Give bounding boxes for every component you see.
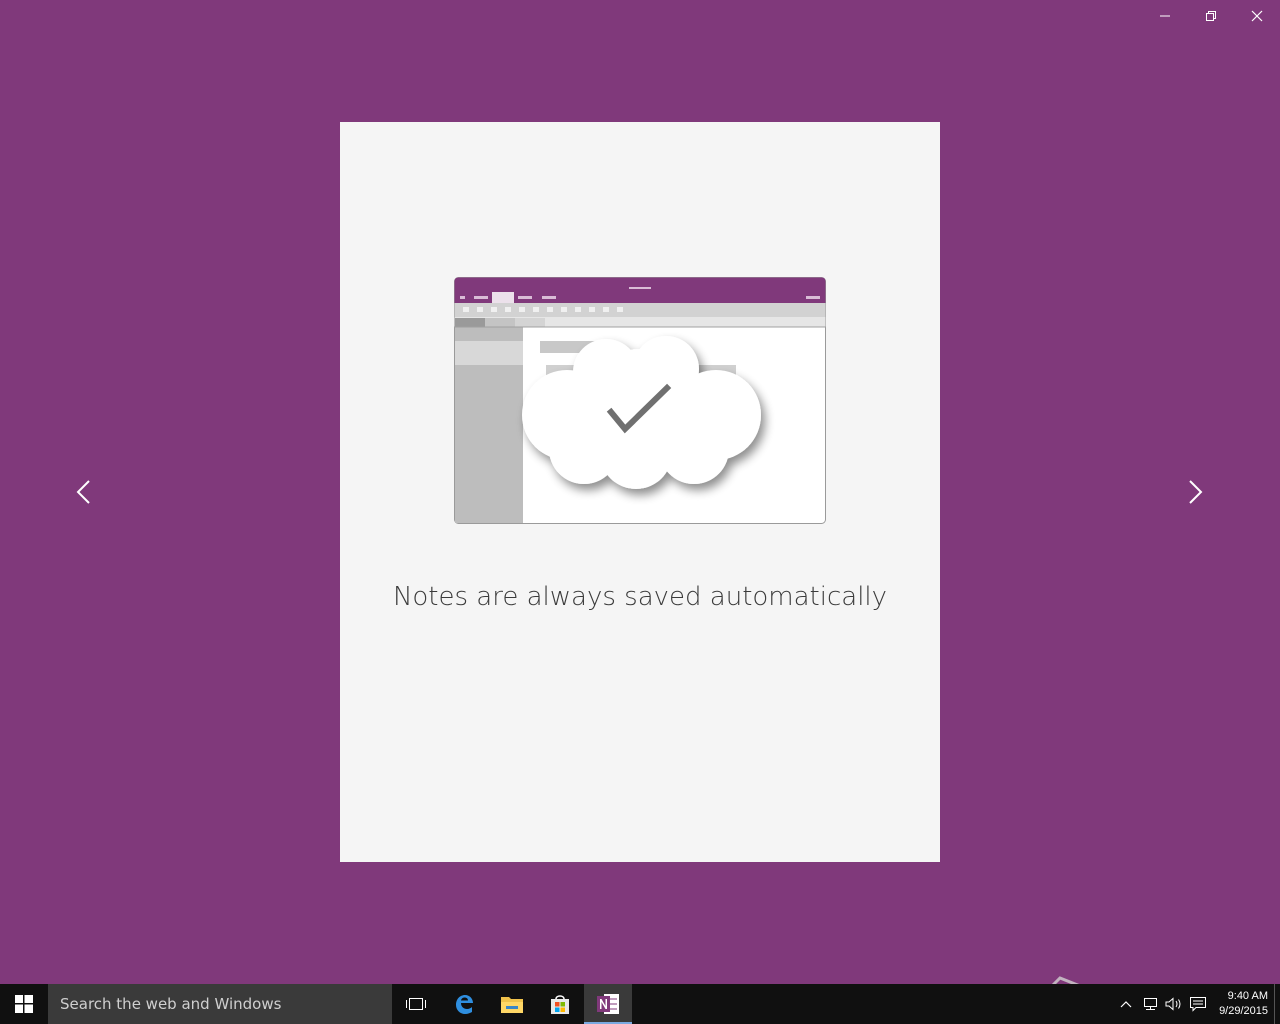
show-desktop-button[interactable] <box>1274 984 1280 1024</box>
action-center-button[interactable] <box>1186 984 1210 1024</box>
windows-logo-icon <box>15 995 33 1013</box>
next-slide-button[interactable] <box>1176 474 1212 510</box>
show-hidden-icons-button[interactable] <box>1114 984 1138 1024</box>
volume-button[interactable] <box>1162 984 1186 1024</box>
chevron-right-icon <box>1189 480 1203 504</box>
close-button[interactable] <box>1234 0 1280 32</box>
speaker-icon <box>1165 997 1181 1011</box>
task-view-button[interactable] <box>392 984 440 1024</box>
start-button[interactable] <box>0 984 48 1024</box>
network-icon <box>1144 998 1157 1010</box>
notifications-icon <box>1190 997 1206 1012</box>
taskbar-app-store[interactable] <box>536 984 584 1024</box>
close-icon <box>1251 10 1263 22</box>
onenote-autosave-illustration <box>454 277 826 524</box>
system-tray: 9:40 AM 9/29/2015 <box>1114 984 1280 1024</box>
clock-time: 9:40 AM <box>1227 990 1268 1002</box>
taskbar-clock[interactable]: 9:40 AM 9/29/2015 <box>1210 984 1274 1024</box>
restore-icon <box>1206 11 1216 21</box>
taskbar-app-file-explorer[interactable] <box>488 984 536 1024</box>
chevron-up-icon <box>1120 1001 1132 1008</box>
intro-slide-card: Notes are always saved automatically <box>340 122 940 862</box>
previous-slide-button[interactable] <box>67 474 103 510</box>
search-placeholder: Search the web and Windows <box>60 995 282 1013</box>
minimize-button[interactable] <box>1142 0 1188 32</box>
network-button[interactable] <box>1138 984 1162 1024</box>
store-icon <box>551 995 569 1014</box>
window-controls <box>1142 0 1280 32</box>
folder-icon <box>501 997 523 1013</box>
taskbar-search-box[interactable]: Search the web and Windows <box>48 984 392 1024</box>
edge-icon <box>456 995 473 1014</box>
taskbar: Search the web and Windows 9:40 AM 9/29/… <box>0 984 1280 1024</box>
taskbar-app-onenote[interactable] <box>584 984 632 1024</box>
taskbar-app-edge[interactable] <box>440 984 488 1024</box>
restore-button[interactable] <box>1188 0 1234 32</box>
chevron-left-icon <box>76 480 90 504</box>
task-view-icon <box>406 998 426 1010</box>
onenote-icon <box>597 994 619 1014</box>
minimize-icon <box>1160 15 1170 17</box>
clock-date: 9/29/2015 <box>1219 1005 1268 1017</box>
slide-caption: Notes are always saved automatically <box>392 582 888 612</box>
